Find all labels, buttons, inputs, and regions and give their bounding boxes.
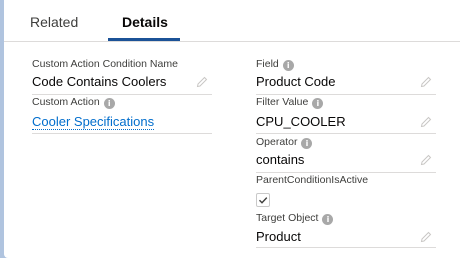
field-label: Custom Action i [32,96,115,109]
pencil-icon[interactable] [420,154,432,166]
pencil-icon[interactable] [420,116,432,128]
field-label-text: Custom Action [32,96,100,108]
field-value: CPU_COOLER [256,114,346,129]
field-label-text: Field [256,58,279,70]
field-value: Product [256,229,301,244]
info-icon[interactable]: i [322,214,334,225]
parent-condition-checkbox[interactable] [256,193,270,207]
field-label-text: Operator [256,136,298,148]
tab-related[interactable]: Related [30,14,78,30]
field-label: Target Object i [256,212,334,225]
info-icon[interactable]: i [103,98,115,109]
pencil-icon[interactable] [196,76,208,88]
field-target-object: Target Object i Product [256,212,436,248]
info-icon[interactable]: i [282,60,294,71]
field-label: Operator i [256,136,313,149]
field-filter-value: Filter Value i CPU_COOLER [256,96,436,134]
field-value: Product Code [256,74,336,89]
custom-action-link[interactable]: Cooler Specifications [32,114,155,130]
field-label-text: Target Object [256,212,319,224]
tab-details[interactable]: Details [122,14,168,30]
info-icon[interactable]: i [312,98,324,109]
pencil-icon[interactable] [420,76,432,88]
field-field: Field i Product Code [256,58,436,95]
field-label: Field i [256,58,294,71]
info-icon[interactable]: i [301,138,313,149]
record-detail-card: Related Details Custom Action Condition … [4,0,460,258]
active-tab-indicator [108,38,180,41]
field-value: contains [256,152,305,167]
field-operator: Operator i contains [256,136,436,173]
checkmark-icon [259,197,268,204]
field-label-text: Filter Value [256,96,309,108]
field-custom-action-condition-name: Custom Action Condition Name Code Contai… [32,58,212,95]
field-label: Filter Value i [256,96,324,109]
pencil-icon[interactable] [420,231,432,243]
field-custom-action: Custom Action i Cooler Specifications [32,96,212,134]
field-label: ParentConditionIsActive [256,174,369,186]
field-label: Custom Action Condition Name [32,58,178,70]
field-value: Code Contains Coolers [32,74,167,89]
field-parent-condition-is-active: ParentConditionIsActive [256,174,436,210]
tab-bar: Related Details [4,0,460,42]
